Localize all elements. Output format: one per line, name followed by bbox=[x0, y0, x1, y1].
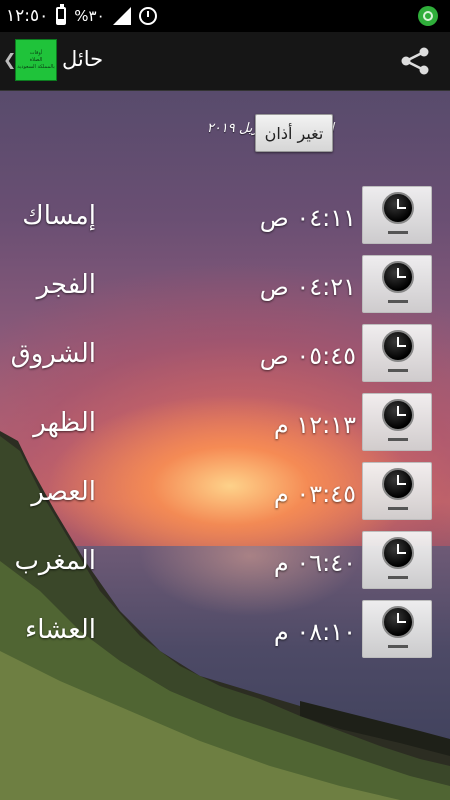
alarm-indicator bbox=[388, 369, 408, 372]
alarm-toggle-button[interactable] bbox=[362, 324, 432, 382]
alarm-indicator bbox=[388, 438, 408, 441]
prayer-name: العصر bbox=[31, 477, 96, 507]
alarm-indicator bbox=[388, 576, 408, 579]
battery-icon bbox=[56, 4, 67, 25]
prayer-times-panel: الجمعة , ١٩ ابريل ٢٠١٩ تغير أذان ٠٤:١١ ص… bbox=[0, 91, 450, 800]
page-title: حائل bbox=[62, 47, 104, 71]
battery-percent: %٣٠ bbox=[74, 7, 105, 25]
prayer-row-sunrise: ٠٥:٤٥ ص الشروق bbox=[0, 324, 450, 382]
prayer-time: ٠٦:٤٠ م bbox=[273, 549, 356, 577]
alarm-indicator bbox=[388, 231, 408, 234]
prayer-name: المغرب bbox=[14, 546, 96, 576]
alarm-toggle-button[interactable] bbox=[362, 600, 432, 658]
clock-icon bbox=[382, 537, 414, 569]
prayer-row-asr: ٠٣:٤٥ م العصر bbox=[0, 462, 450, 520]
prayer-time: ٠٤:٢١ ص bbox=[259, 273, 356, 301]
alarm-toggle-button[interactable] bbox=[362, 531, 432, 589]
alarm-indicator bbox=[388, 645, 408, 648]
prayer-name: الشروق bbox=[10, 339, 96, 369]
clock-icon bbox=[382, 330, 414, 362]
signal-icon bbox=[112, 7, 131, 25]
status-bar: ١٢:٥٠ %٣٠ bbox=[0, 0, 450, 32]
prayer-time: ٠٥:٤٥ ص bbox=[259, 342, 356, 370]
share-icon[interactable] bbox=[400, 47, 430, 75]
logo-line-3: بالمملكة السعودية bbox=[17, 63, 55, 70]
prayer-name: العشاء bbox=[24, 615, 96, 645]
alarm-indicator bbox=[388, 300, 408, 303]
app-notification-icon bbox=[418, 6, 438, 26]
logo-line-2: الصلاة bbox=[29, 56, 43, 63]
alarm-icon bbox=[138, 7, 157, 25]
action-bar: ❮ أوقات الصلاة بالمملكة السعودية حائل bbox=[0, 32, 450, 91]
prayer-row-dhuhr: ١٢:١٣ م الظهر bbox=[0, 393, 450, 451]
alarm-toggle-button[interactable] bbox=[362, 186, 432, 244]
prayer-time: ٠٤:١١ ص bbox=[259, 204, 356, 232]
alarm-toggle-button[interactable] bbox=[362, 393, 432, 451]
clock-icon bbox=[382, 399, 414, 431]
prayer-name: الظهر bbox=[33, 408, 96, 438]
clock-icon bbox=[382, 606, 414, 638]
clock-icon bbox=[382, 192, 414, 224]
prayer-row-fajr: ٠٤:٢١ ص الفجر bbox=[0, 255, 450, 313]
prayer-name: الفجر bbox=[36, 270, 96, 300]
clock-icon bbox=[382, 468, 414, 500]
app-logo[interactable]: أوقات الصلاة بالمملكة السعودية bbox=[15, 39, 57, 81]
prayer-time: ٠٨:١٠ م bbox=[273, 618, 356, 646]
prayer-row-isha: ٠٨:١٠ م العشاء bbox=[0, 600, 450, 658]
change-adhan-button[interactable]: تغير أذان bbox=[255, 114, 333, 152]
prayer-name: إمساك bbox=[22, 201, 96, 231]
alarm-toggle-button[interactable] bbox=[362, 255, 432, 313]
prayer-row-maghrib: ٠٦:٤٠ م المغرب bbox=[0, 531, 450, 589]
prayer-time: ١٢:١٣ م bbox=[273, 411, 356, 439]
clock-icon bbox=[382, 261, 414, 293]
prayer-time: ٠٣:٤٥ م bbox=[273, 480, 356, 508]
alarm-toggle-button[interactable] bbox=[362, 462, 432, 520]
alarm-indicator bbox=[388, 507, 408, 510]
prayer-row-imsak: ٠٤:١١ ص إمساك bbox=[0, 186, 450, 244]
status-time: ١٢:٥٠ bbox=[6, 6, 49, 26]
logo-line-1: أوقات bbox=[29, 49, 43, 56]
